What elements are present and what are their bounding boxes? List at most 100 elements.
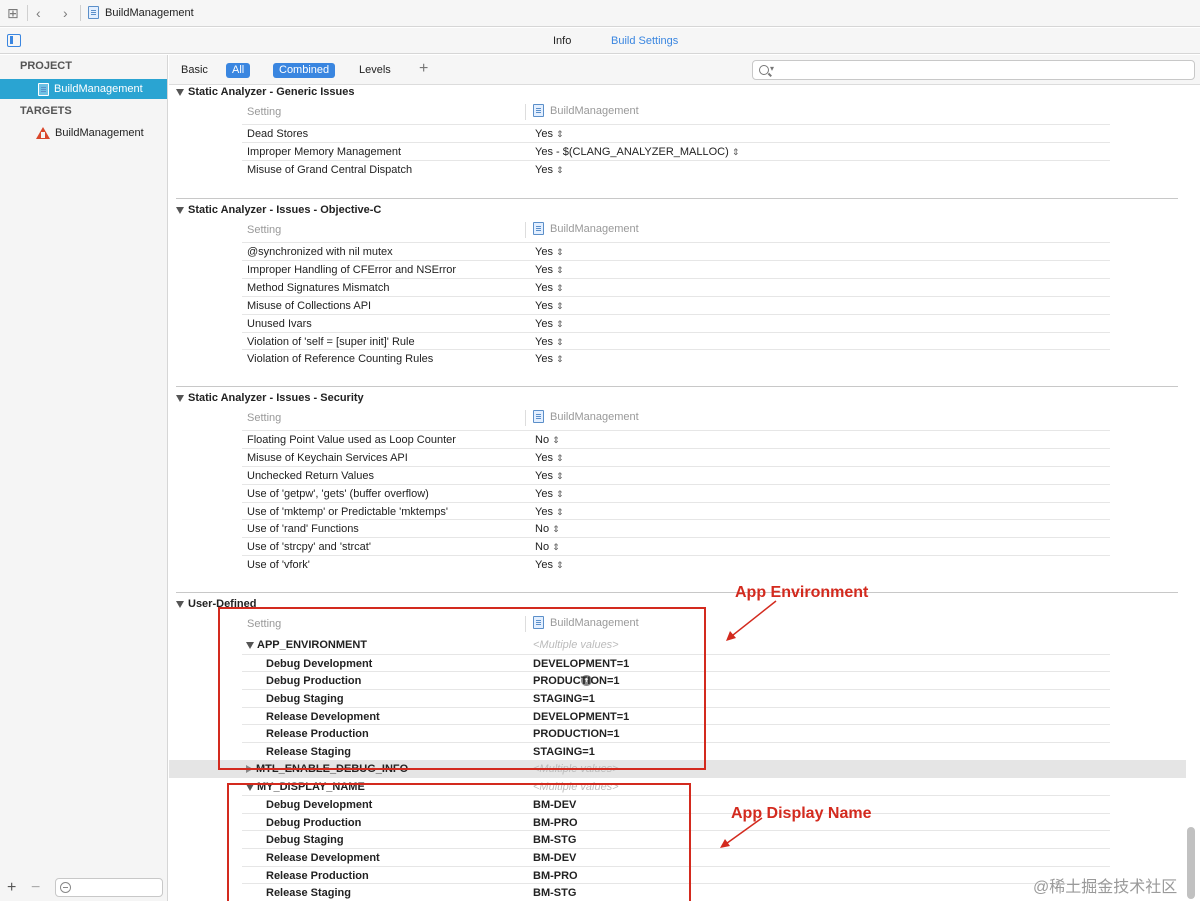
setting-row[interactable]: Method Signatures Mismatch Yes ⇕ — [242, 278, 1110, 296]
section-title: Static Analyzer - Issues - Objective-C — [188, 204, 382, 216]
setting-value[interactable]: Yes ⇕ — [535, 559, 564, 571]
setting-value[interactable]: Yes ⇕ — [535, 246, 564, 258]
section-header[interactable]: Static Analyzer - Issues - Objective-C — [176, 204, 381, 216]
setting-value[interactable]: No ⇕ — [535, 523, 560, 535]
project-column-header: BuildManagement — [533, 410, 639, 423]
column-header: Setting BuildManagement — [242, 219, 1110, 241]
setting-name: Unchecked Return Values — [247, 470, 374, 482]
setting-value[interactable]: Yes - $(CLANG_ANALYZER_MALLOC) ⇕ — [535, 146, 739, 158]
stepper-icon: ⇕ — [556, 265, 564, 275]
sidebar-item-project[interactable]: BuildManagement — [0, 79, 167, 99]
all-button[interactable]: All — [226, 63, 251, 78]
toolbar: ⊞ ‹ › BuildManagement — [0, 0, 1200, 27]
project-file-icon — [38, 82, 49, 96]
divider — [80, 5, 81, 21]
stepper-icon: ⇕ — [556, 507, 564, 517]
add-setting-button[interactable]: + — [419, 60, 428, 78]
stepper-icon: ⇕ — [552, 542, 560, 552]
app-environment-highlight-box — [218, 607, 706, 770]
project-column-label: BuildManagement — [550, 410, 639, 423]
section-header[interactable]: Static Analyzer - Generic Issues — [176, 86, 355, 98]
add-button[interactable]: + — [7, 879, 16, 897]
setting-name: Use of 'strcpy' and 'strcat' — [247, 541, 371, 553]
sidebar-item-label: BuildManagement — [54, 83, 143, 95]
back-icon[interactable]: ‹ — [36, 5, 41, 21]
setting-column-label: Setting — [247, 224, 282, 236]
setting-name: Improper Handling of CFError and NSError — [247, 264, 457, 276]
disclosure-triangle-icon[interactable] — [176, 600, 184, 608]
setting-value[interactable]: Yes ⇕ — [535, 506, 564, 518]
setting-row[interactable]: Dead Stores Yes ⇕ — [242, 124, 1110, 142]
tab-info[interactable]: Info — [553, 35, 571, 47]
section-divider — [176, 592, 1178, 593]
setting-value[interactable]: Yes ⇕ — [535, 164, 564, 176]
setting-row[interactable]: Use of 'strcpy' and 'strcat' No ⇕ — [242, 537, 1110, 555]
setting-row[interactable]: Use of 'rand' Functions No ⇕ — [242, 519, 1110, 537]
setting-value[interactable]: Yes ⇕ — [535, 353, 564, 365]
setting-value[interactable]: Yes ⇕ — [535, 336, 564, 348]
setting-row[interactable]: Improper Memory Management Yes - $(CLANG_… — [242, 142, 1110, 160]
setting-name: @synchronized with nil mutex — [247, 246, 393, 258]
setting-row[interactable]: @synchronized with nil mutex Yes ⇕ — [242, 242, 1110, 260]
editor-tab-bar: Info Build Settings — [0, 28, 1200, 54]
forward-icon[interactable]: › — [63, 5, 68, 21]
targets-section-header: TARGETS — [20, 105, 72, 117]
basic-button[interactable]: Basic — [175, 63, 214, 78]
search-icon — [759, 65, 769, 75]
setting-row[interactable]: Misuse of Grand Central Dispatch Yes ⇕ — [242, 160, 1110, 178]
vertical-scrollbar[interactable] — [1187, 827, 1195, 899]
breadcrumb-project[interactable]: BuildManagement — [105, 7, 194, 19]
setting-value[interactable]: Yes ⇕ — [535, 282, 564, 294]
setting-row[interactable]: Use of 'mktemp' or Predictable 'mktemps'… — [242, 502, 1110, 520]
section-header[interactable]: Static Analyzer - Issues - Security — [176, 392, 364, 404]
disclosure-triangle-icon[interactable] — [176, 88, 184, 96]
setting-value[interactable]: No ⇕ — [535, 434, 560, 446]
stepper-icon: ⇕ — [556, 165, 564, 175]
setting-row[interactable]: Misuse of Collections API Yes ⇕ — [242, 296, 1110, 314]
setting-row[interactable]: Unchecked Return Values Yes ⇕ — [242, 466, 1110, 484]
setting-column-label: Setting — [247, 106, 282, 118]
disclosure-triangle-icon[interactable] — [176, 206, 184, 214]
project-column-label: BuildManagement — [550, 104, 639, 117]
project-file-icon — [533, 222, 544, 235]
setting-value[interactable]: Yes ⇕ — [535, 452, 564, 464]
setting-name: Unused Ivars — [247, 318, 312, 330]
setting-row[interactable]: Unused Ivars Yes ⇕ — [242, 314, 1110, 332]
setting-row[interactable]: Misuse of Keychain Services API Yes ⇕ — [242, 448, 1110, 466]
column-header: Setting BuildManagement — [242, 407, 1110, 429]
setting-value[interactable]: Yes ⇕ — [535, 264, 564, 276]
setting-value[interactable]: Yes ⇕ — [535, 488, 564, 500]
sidebar-item-label: BuildManagement — [55, 127, 144, 139]
setting-name: Violation of 'self = [super init]' Rule — [247, 336, 415, 348]
setting-name: Improper Memory Management — [247, 146, 402, 158]
sidebar-filter-input[interactable] — [55, 878, 163, 897]
setting-value[interactable]: Yes ⇕ — [535, 128, 564, 140]
search-input[interactable]: ▾ — [752, 60, 1195, 80]
stepper-icon: ⇕ — [552, 435, 560, 445]
setting-row[interactable]: Floating Point Value used as Loop Counte… — [242, 430, 1110, 448]
setting-row[interactable]: Improper Handling of CFError and NSError… — [242, 260, 1110, 278]
stepper-icon: ⇕ — [556, 354, 564, 364]
setting-value[interactable]: Yes ⇕ — [535, 318, 564, 330]
setting-row[interactable]: Use of 'getpw', 'gets' (buffer overflow)… — [242, 484, 1110, 502]
setting-value[interactable]: No ⇕ — [535, 541, 560, 553]
setting-row[interactable]: Use of 'vfork' Yes ⇕ — [242, 555, 1110, 573]
setting-row[interactable]: Violation of Reference Counting Rules Yes… — [242, 349, 1110, 367]
levels-button[interactable]: Levels — [353, 63, 397, 78]
setting-value[interactable]: Yes ⇕ — [535, 300, 564, 312]
remove-button[interactable]: − — [31, 879, 40, 897]
combined-button[interactable]: Combined — [273, 63, 336, 78]
stepper-icon: ⇕ — [556, 247, 564, 257]
disclosure-triangle-icon[interactable] — [176, 394, 184, 402]
sidebar-item-target[interactable]: BuildManagement — [0, 123, 167, 143]
divider — [27, 5, 28, 21]
divider — [525, 410, 526, 426]
sidebar-toggle-icon[interactable] — [7, 34, 21, 47]
tab-build-settings[interactable]: Build Settings — [611, 35, 678, 47]
project-file-icon — [533, 410, 544, 423]
grid-icon[interactable]: ⊞ — [7, 5, 19, 21]
divider — [525, 222, 526, 238]
setting-row[interactable]: Violation of 'self = [super init]' Rule Y… — [242, 332, 1110, 350]
setting-value[interactable]: Yes ⇕ — [535, 470, 564, 482]
breadcrumb[interactable]: BuildManagement — [88, 6, 194, 19]
